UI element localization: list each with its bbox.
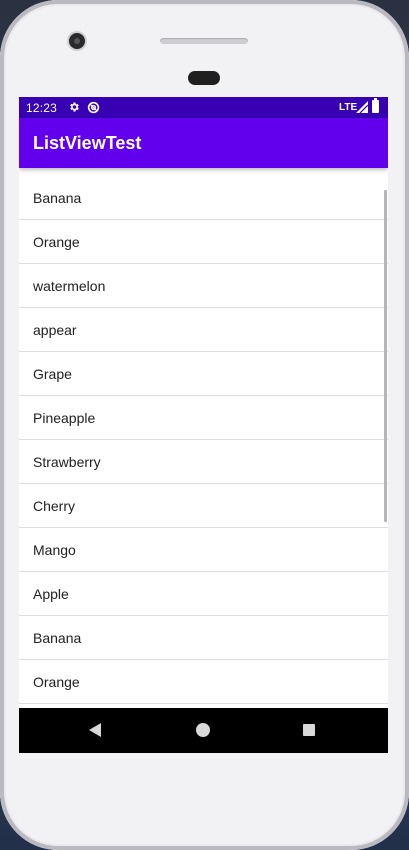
gear-icon [68, 101, 80, 113]
status-time: 12:23 [26, 101, 58, 115]
list-item-label: Mango [33, 541, 76, 558]
list-item[interactable]: Cherry [19, 484, 388, 528]
battery-icon [372, 98, 379, 113]
proximity-sensor [188, 71, 220, 85]
signal-icon [356, 101, 369, 116]
device-screen: 12:23 LTE ListViewTest Banana Orange wat… [19, 97, 388, 753]
sync-icon [87, 101, 100, 114]
list-item[interactable]: Banana [19, 616, 388, 660]
navigation-bar [19, 708, 388, 753]
list-item-label: Pineapple [33, 409, 96, 426]
list-item[interactable]: Grape [19, 352, 388, 396]
list-item[interactable]: Apple [19, 572, 388, 616]
recents-icon[interactable] [303, 724, 315, 736]
network-type: LTE [339, 102, 358, 113]
app-title: ListViewTest [33, 133, 142, 153]
list-item[interactable]: Banana [19, 176, 388, 220]
earpiece-speaker [160, 38, 248, 44]
list-item-label: Strawberry [33, 453, 101, 470]
phone-frame: 12:23 LTE ListViewTest Banana Orange wat… [0, 0, 409, 850]
list-item[interactable]: Pineapple [19, 396, 388, 440]
fruit-list[interactable]: Banana Orange watermelon appear Grape Pi… [19, 176, 388, 708]
home-icon[interactable] [196, 723, 210, 737]
list-item-label: Cherry [33, 497, 76, 514]
list-item-label: Grape [33, 365, 72, 382]
front-camera [69, 33, 85, 49]
list-item-label: watermelon [33, 277, 106, 294]
list-item-label: Banana [33, 189, 82, 206]
list-scrollbar[interactable] [384, 190, 387, 522]
status-bar: 12:23 LTE [19, 97, 388, 118]
list-item[interactable]: appear [19, 308, 388, 352]
list-item[interactable]: Strawberry [19, 440, 388, 484]
list-item-label: Banana [33, 629, 82, 646]
list-item-label: Orange [33, 233, 80, 250]
app-bar: ListViewTest [19, 118, 388, 168]
list-item[interactable]: Orange [19, 220, 388, 264]
back-icon[interactable] [89, 723, 101, 737]
list-item-label: appear [33, 321, 77, 338]
phone-top-bezel [0, 0, 409, 97]
list-item[interactable]: Mango [19, 528, 388, 572]
list-item-label: Apple [33, 585, 69, 602]
list-item[interactable]: watermelon [19, 264, 388, 308]
list-item[interactable]: Orange [19, 660, 388, 704]
list-item-label: Orange [33, 673, 80, 690]
